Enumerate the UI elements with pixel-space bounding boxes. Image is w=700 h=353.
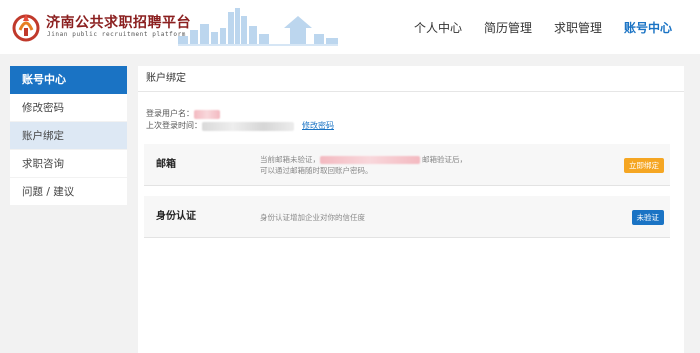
nav-account-center[interactable]: 账号中心: [624, 19, 672, 36]
site-title: 济南公共求职招聘平台: [46, 15, 191, 31]
sidebar-item-feedback[interactable]: 问题 / 建议: [10, 178, 127, 206]
login-username-label: 登录用户名：: [146, 109, 194, 118]
identity-status-button[interactable]: 未验证: [631, 210, 664, 225]
sidebar-item-account-binding[interactable]: 账户绑定: [10, 122, 127, 150]
site-subtitle: Jinan public recruitment platform: [47, 31, 187, 38]
email-description: 当前邮箱未验证， 邮箱验证后， 可以通过邮箱随时取回账户密码。: [260, 154, 467, 176]
top-nav: 个人中心 简历管理 求职管理 账号中心: [392, 0, 672, 54]
site-header: 济南公共求职招聘平台 Jinan public recruitment plat…: [0, 0, 700, 54]
redacted-email: [320, 156, 420, 164]
email-desc-suffix: 邮箱验证后，: [422, 155, 467, 164]
email-label: 邮箱: [156, 159, 176, 170]
sidebar: 账号中心 修改密码 账户绑定 求职咨询 问题 / 建议: [10, 66, 127, 206]
city-skyline-illustration: [178, 8, 338, 46]
page-title: 账户绑定: [138, 66, 684, 92]
redacted-username: [194, 109, 220, 119]
nav-job-management[interactable]: 求职管理: [554, 19, 602, 36]
identity-description: 身份认证增加企业对你的信任度: [260, 213, 365, 222]
email-desc-prefix: 当前邮箱未验证，: [260, 155, 320, 164]
nav-resume-management[interactable]: 简历管理: [484, 19, 532, 36]
login-info: 登录用户名： 上次登录时间： 修改密码: [146, 108, 334, 132]
email-desc-line2: 可以通过邮箱随时取回账户密码。: [260, 166, 373, 175]
sidebar-title[interactable]: 账号中心: [10, 66, 127, 94]
redacted-login-time: [202, 121, 294, 131]
change-password-link[interactable]: 修改密码: [302, 120, 334, 132]
bind-email-button[interactable]: 立即绑定: [624, 158, 664, 173]
sidebar-item-job-consulting[interactable]: 求职咨询: [10, 150, 127, 178]
last-login-label: 上次登录时间：: [146, 121, 202, 130]
city-emblem-icon: [12, 14, 40, 42]
identity-verification-card: 身份认证 身份认证增加企业对你的信任度 未验证: [144, 196, 670, 238]
sidebar-item-change-password[interactable]: 修改密码: [10, 94, 127, 122]
main-panel: 账户绑定 登录用户名： 上次登录时间： 修改密码 邮箱 当前邮箱未验证， 邮箱验证…: [138, 66, 684, 353]
email-binding-card: 邮箱 当前邮箱未验证， 邮箱验证后， 可以通过邮箱随时取回账户密码。 立即绑定: [144, 144, 670, 186]
identity-label: 身份认证: [156, 211, 196, 222]
nav-personal-center[interactable]: 个人中心: [414, 19, 462, 36]
